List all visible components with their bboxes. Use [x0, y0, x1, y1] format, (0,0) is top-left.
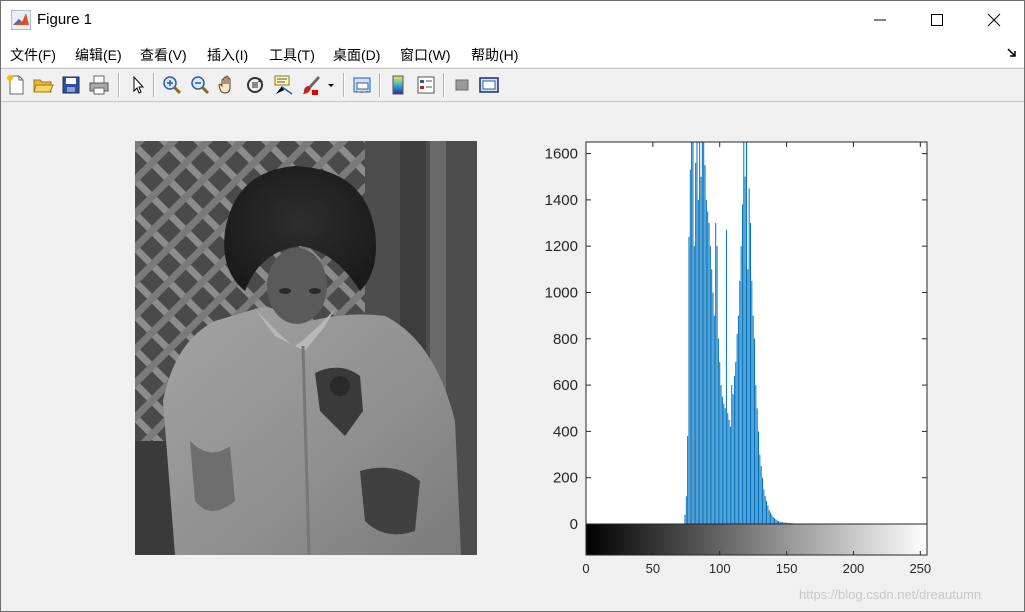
legend-button[interactable]	[415, 74, 437, 96]
close-icon	[987, 13, 1001, 27]
y-tick-label: 600	[553, 377, 578, 394]
x-tick-label: 50	[646, 561, 660, 576]
pan-button[interactable]	[216, 74, 238, 96]
x-tick-label: 100	[709, 561, 731, 576]
window-title: Figure 1	[37, 11, 93, 28]
open-file-button[interactable]	[32, 74, 54, 96]
brush-icon	[303, 76, 320, 95]
y-tick-label: 1000	[545, 284, 578, 301]
toolbar-separator	[343, 73, 345, 97]
title-bar: Figure 1	[1, 1, 1024, 39]
y-tick-label: 400	[553, 423, 578, 440]
menu-view[interactable]: 查看(V)	[140, 45, 187, 65]
toolbar-separator	[443, 73, 445, 97]
matlab-logo-icon	[11, 10, 31, 30]
save-button[interactable]	[60, 74, 82, 96]
colorbar-button[interactable]	[387, 74, 409, 96]
new-figure-icon	[7, 75, 24, 95]
save-icon	[62, 76, 80, 94]
dock-arrow-icon[interactable]	[1006, 47, 1018, 59]
y-tick-label: 0	[570, 516, 578, 533]
y-tick-label: 200	[553, 470, 578, 487]
show-plot-tools-button[interactable]	[478, 74, 500, 96]
print-button[interactable]	[88, 74, 110, 96]
y-tick-label: 800	[553, 331, 578, 348]
menu-insert[interactable]: 插入(I)	[207, 45, 248, 65]
grayscale-photo	[135, 141, 477, 555]
brush-button[interactable]	[300, 74, 322, 96]
brush-dropdown-button[interactable]	[325, 74, 337, 96]
x-tick-label: 250	[909, 561, 931, 576]
maximize-button[interactable]	[908, 1, 966, 39]
figure-window: Figure 1 文件(F) 编辑(E) 查看(V) 插入(I) 工具(T) 桌…	[0, 0, 1025, 612]
menu-tools[interactable]: 工具(T)	[269, 45, 315, 65]
pointer-button[interactable]	[127, 74, 149, 96]
watermark-text: https://blog.csdn.net/dreautumn	[799, 587, 982, 602]
pan-hand-icon	[218, 75, 231, 94]
pointer-icon	[133, 75, 145, 94]
y-tick-label: 1200	[545, 238, 578, 255]
menu-desktop[interactable]: 桌面(D)	[333, 45, 380, 65]
rotate-3d-icon	[247, 77, 263, 93]
maximize-icon	[931, 14, 943, 26]
colorbar-icon	[392, 75, 404, 95]
menu-file[interactable]: 文件(F)	[10, 45, 56, 65]
x-tick-label: 150	[776, 561, 798, 576]
toolbar-separator	[379, 73, 381, 97]
menu-help[interactable]: 帮助(H)	[471, 45, 518, 65]
menu-bar: 文件(F) 编辑(E) 查看(V) 插入(I) 工具(T) 桌面(D) 窗口(W…	[1, 39, 1024, 67]
new-figure-button[interactable]	[5, 74, 27, 96]
print-icon	[89, 75, 109, 95]
legend-icon	[417, 76, 435, 94]
x-tick-label: 200	[843, 561, 865, 576]
toolbar-separator	[118, 73, 120, 97]
plot-area	[586, 142, 927, 524]
x-tick-label: 0	[582, 561, 589, 576]
brush-dropdown-icon	[328, 84, 334, 87]
histogram-chart: 0 200 400 600 800 1000 1200 1400 1600 0 50 100 150 20…	[545, 141, 931, 576]
hide-plot-tools-icon	[455, 79, 469, 91]
link-plot-button[interactable]	[351, 74, 373, 96]
minimize-button[interactable]	[851, 1, 909, 39]
hide-plot-tools-button[interactable]	[451, 74, 473, 96]
open-file-icon	[33, 79, 54, 93]
y-tick-label: 1400	[545, 192, 578, 209]
zoom-in-button[interactable]	[161, 74, 183, 96]
zoom-out-icon	[191, 76, 210, 95]
rotate-3d-button[interactable]	[244, 74, 266, 96]
data-cursor-button[interactable]	[272, 74, 294, 96]
menu-edit[interactable]: 编辑(E)	[75, 45, 122, 65]
toolbar-separator	[153, 73, 155, 97]
toolbar	[1, 68, 1024, 102]
menu-window[interactable]: 窗口(W)	[400, 45, 451, 65]
y-tick-label: 1600	[545, 146, 578, 163]
zoom-out-button[interactable]	[189, 74, 211, 96]
link-plot-icon	[353, 77, 371, 93]
minimize-icon	[874, 19, 886, 21]
data-cursor-icon	[274, 75, 293, 95]
gray-colorbar	[585, 523, 928, 556]
show-plot-tools-icon	[479, 77, 499, 93]
zoom-in-icon	[163, 76, 182, 95]
close-button[interactable]	[965, 1, 1023, 39]
